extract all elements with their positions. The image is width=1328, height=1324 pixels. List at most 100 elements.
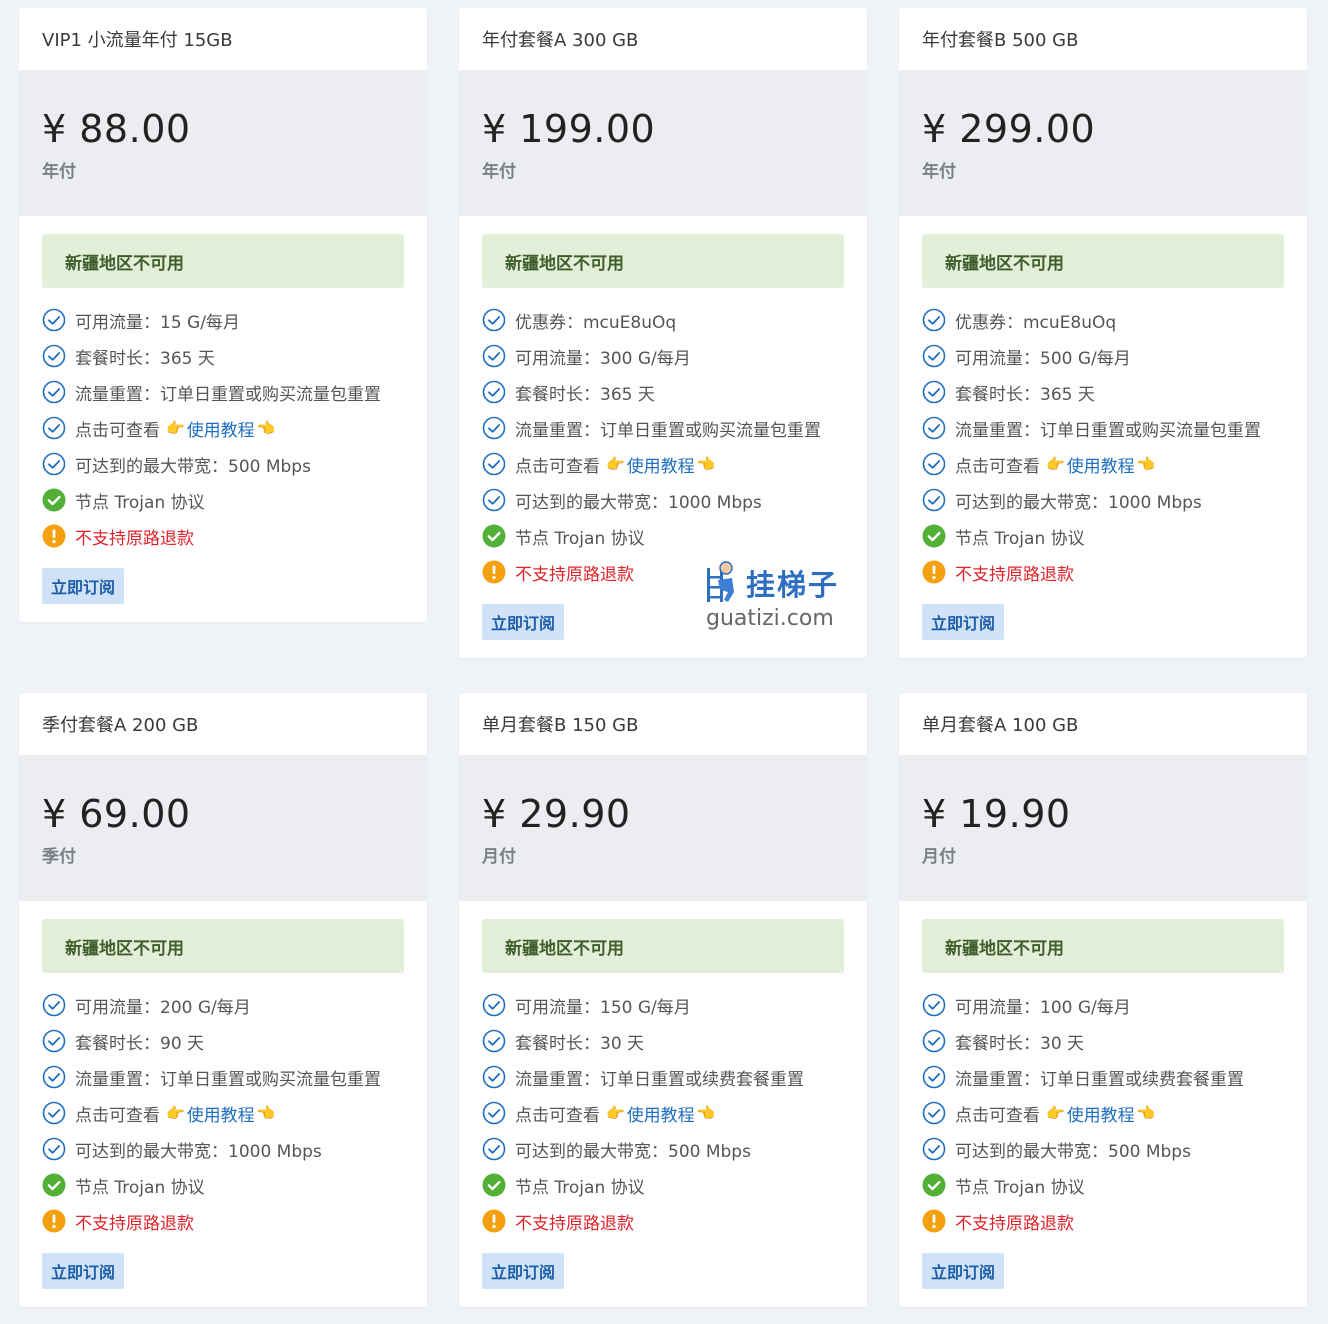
check-circle-icon [482,416,506,440]
pointing-left-icon: 👈 [1136,1104,1156,1122]
subscribe-button[interactable]: 立即订阅 [42,1253,125,1289]
feature-item: 流量重置：订单日重置或购买流量包重置 [42,374,404,410]
tutorial-link[interactable]: 使用教程 [187,416,255,441]
feature-text: 优惠券：mcuE8uOq [955,312,1117,333]
billing-period: 年付 [42,162,76,182]
tutorial-link[interactable]: 使用教程 [1067,452,1135,477]
feature-list: 可用流量：200 G/每月 套餐时长：90 天流量重置：订单日重置或购买流量包重置… [42,987,404,1239]
feature-item: 可达到的最大带宽：1000 Mbps [922,482,1284,518]
feature-text: 节点 Trojan 协议 [955,1177,1085,1198]
check-circle-icon [482,1065,506,1089]
feature-item: 节点 Trojan 协议 [482,518,844,554]
green-check-icon [922,1173,946,1197]
feature-list: 可用流量：100 G/每月 套餐时长：30 天流量重置：订单日重置或续费套餐重置点… [922,987,1284,1239]
feature-item: 流量重置：订单日重置或购买流量包重置 [42,1059,404,1095]
check-circle-icon [42,1101,66,1125]
watermark-title: 挂梯子 [746,568,840,602]
feature-text: 可用流量：150 G/每月 [515,997,691,1018]
feature-text: 可达到的最大带宽：1000 Mbps [515,492,762,513]
plan-body: 新疆地区不可用 优惠券：mcuE8uOq 可用流量：500 G/每月 套餐时长：365… [899,216,1307,658]
feature-text: 流量重置：订单日重置或续费套餐重置 [955,1069,1244,1090]
feature-text: 可达到的最大带宽：500 Mbps [955,1141,1191,1162]
check-circle-icon [922,1101,946,1125]
subscribe-button[interactable]: 立即订阅 [922,1253,1005,1289]
feature-item: 不支持原路退款 [42,1203,404,1239]
warning-icon [482,560,506,584]
check-circle-icon [42,308,66,332]
feature-text: 流量重置：订单日重置或购买流量包重置 [515,420,821,441]
check-circle-icon [482,380,506,404]
pointing-right-icon: 👉 [606,1104,625,1122]
plan-price: ¥ 29.90 [482,792,631,836]
subscribe-button[interactable]: 立即订阅 [482,1253,565,1289]
feature-item: 可用流量：100 G/每月 [922,987,1284,1023]
pointing-left-icon: 👈 [1136,455,1156,473]
pointing-right-icon: 👉 [166,419,185,437]
pointing-left-icon: 👈 [256,419,276,437]
feature-item: 不支持原路退款 [42,518,404,554]
no-refund-text: 不支持原路退款 [75,1213,194,1234]
feature-text: 可用流量：300 G/每月 [515,348,691,369]
no-refund-text: 不支持原路退款 [955,564,1074,585]
feature-list: 优惠券：mcuE8uOq 可用流量：500 G/每月 套餐时长：365 天流量重置：… [922,302,1284,590]
tutorial-link[interactable]: 使用教程 [187,1101,255,1126]
plan-title: 年付套餐B 500 GB [899,8,1307,70]
check-circle-icon [482,488,506,512]
check-circle-icon [42,380,66,404]
feature-text: 可达到的最大带宽：1000 Mbps [955,492,1202,513]
feature-text: 流量重置：订单日重置或续费套餐重置 [515,1069,804,1090]
feature-text: 流量重置：订单日重置或购买流量包重置 [75,1069,381,1090]
plan-card: 单月套餐B 150 GB ¥ 29.90 月付 新疆地区不可用 可用流量：150 G/每… [459,693,867,1307]
feature-item: 点击可查看 👉 使用教程 👈 [922,1095,1284,1131]
feature-item: 流量重置：订单日重置或续费套餐重置 [922,1059,1284,1095]
tutorial-link[interactable]: 使用教程 [627,1101,695,1126]
feature-item: 套餐时长：365 天 [42,338,404,374]
feature-item: 套餐时长：90 天 [42,1023,404,1059]
feature-item: 套餐时长：30 天 [482,1023,844,1059]
check-circle-icon [42,1029,66,1053]
subscribe-button[interactable]: 立即订阅 [922,604,1005,640]
check-circle-icon [922,1065,946,1089]
subscribe-button[interactable]: 立即订阅 [482,604,565,640]
warning-icon [42,1209,66,1233]
ladder-figure-icon [707,561,734,602]
feature-text: 流量重置：订单日重置或购买流量包重置 [75,384,381,405]
no-refund-text: 不支持原路退款 [515,564,634,585]
pointing-left-icon: 👈 [256,1104,276,1122]
feature-text: 套餐时长：365 天 [75,348,215,369]
tutorial-prefix: 点击可查看 [955,456,1040,477]
feature-text: 可用流量：500 G/每月 [955,348,1131,369]
plan-price: ¥ 299.00 [922,107,1096,151]
feature-item: 可达到的最大带宽：500 Mbps [482,1131,844,1167]
feature-item: 套餐时长：365 天 [482,374,844,410]
price-block: ¥ 88.00 年付 [19,70,427,216]
feature-item: 节点 Trojan 协议 [922,518,1284,554]
plan-title: 季付套餐A 200 GB [19,693,427,755]
feature-item: 不支持原路退款 [922,1203,1284,1239]
green-check-icon [42,488,66,512]
tutorial-link[interactable]: 使用教程 [627,452,695,477]
feature-item: 流量重置：订单日重置或购买流量包重置 [922,410,1284,446]
feature-item: 可用流量：500 G/每月 [922,338,1284,374]
plan-body: 新疆地区不可用 可用流量：150 G/每月 套餐时长：30 天流量重置：订单日重置或… [459,901,867,1307]
plan-price: ¥ 69.00 [42,792,191,836]
feature-item: 可达到的最大带宽：1000 Mbps [482,482,844,518]
check-circle-icon [922,416,946,440]
feature-list: 可用流量：15 G/每月 套餐时长：365 天流量重置：订单日重置或购买流量包重置… [42,302,404,554]
plan-price: ¥ 199.00 [482,107,656,151]
no-refund-text: 不支持原路退款 [515,1213,634,1234]
subscribe-button[interactable]: 立即订阅 [42,568,125,604]
feature-text: 可达到的最大带宽：500 Mbps [75,456,311,477]
feature-item: 可达到的最大带宽：500 Mbps [922,1131,1284,1167]
plan-title: 单月套餐B 150 GB [459,693,867,755]
check-circle-icon [922,380,946,404]
no-refund-text: 不支持原路退款 [75,528,194,549]
price-block: ¥ 19.90 月付 [899,755,1307,901]
plan-card: 季付套餐A 200 GB ¥ 69.00 季付 新疆地区不可用 可用流量：200 G/每… [19,693,427,1307]
feature-item: 可达到的最大带宽：1000 Mbps [42,1131,404,1167]
check-circle-icon [42,1137,66,1161]
tutorial-prefix: 点击可查看 [75,420,160,441]
tutorial-link[interactable]: 使用教程 [1067,1101,1135,1126]
watermark-url: guatizi.com [706,606,834,631]
feature-item: 点击可查看 👉 使用教程 👈 [922,446,1284,482]
